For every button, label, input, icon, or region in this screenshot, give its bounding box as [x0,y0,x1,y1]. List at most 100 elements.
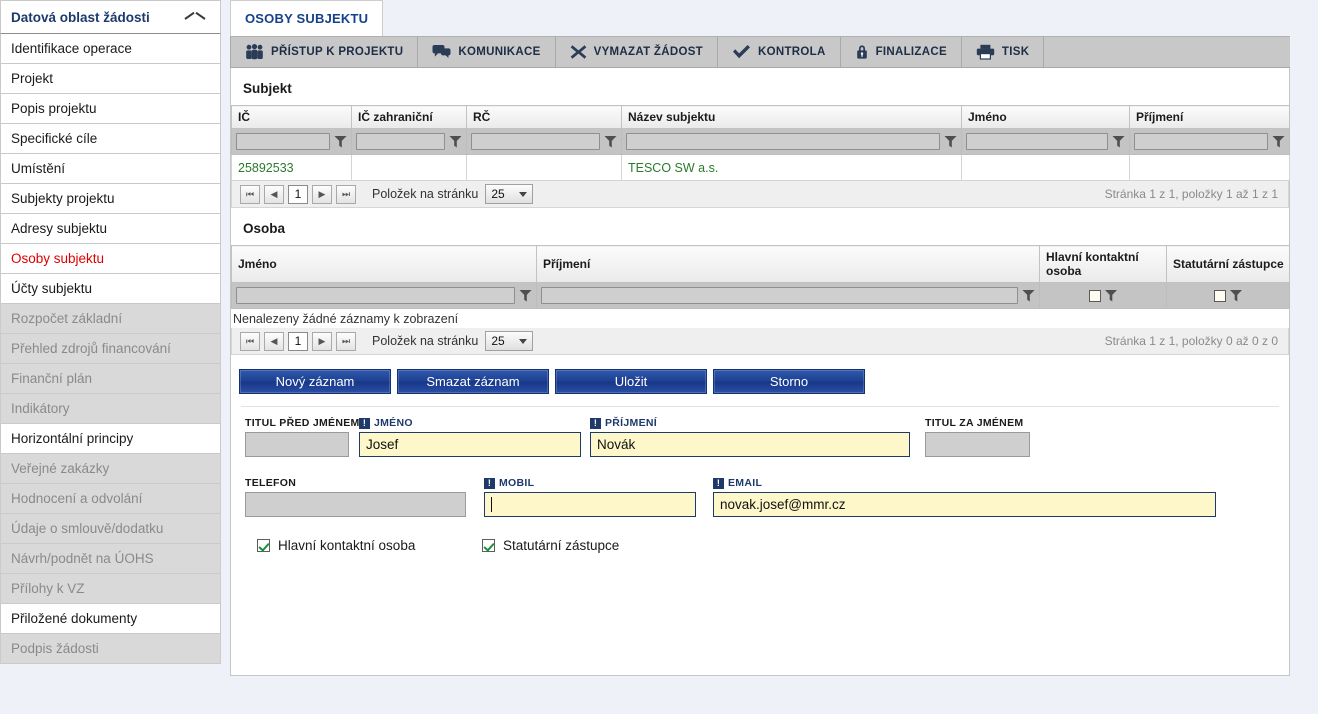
sidebar-navigation: Datová oblast žádosti Identifikace opera… [0,0,221,714]
pager-last-button[interactable]: ⏭ [336,184,356,204]
email-input[interactable]: novak.josef@mmr.cz [713,492,1216,517]
sidebar-item-specificke-cile[interactable]: Specifické cíle [0,124,221,154]
pager-next-button[interactable]: ▶ [312,184,332,204]
funnel-icon[interactable] [944,135,957,148]
pager-next-button[interactable]: ▶ [312,331,332,351]
toolbar-button-komunikace[interactable]: KOMUNIKACE [418,37,556,67]
sidebar-item-horizontalni-principy[interactable]: Horizontální principy [0,424,221,454]
filter-input-osoba-jmeno[interactable] [236,287,515,304]
funnel-icon[interactable] [1272,135,1285,148]
pager-per-page-select[interactable]: 25 [485,331,534,351]
titul-za-jmenem-input[interactable] [925,432,1030,457]
sidebar-item-verejne-zakazky: Veřejné zakázky [0,454,221,484]
funnel-icon[interactable] [604,135,617,148]
field-label: ! MOBIL [484,477,696,489]
toolbar-button-pristup-k-projektu[interactable]: PŘÍSTUP K PROJEKTU [230,37,419,67]
info-icon[interactable]: ! [359,417,370,429]
sidebar-item-subjekty-projektu[interactable]: Subjekty projektu [0,184,221,214]
sidebar-item-popis-projektu[interactable]: Popis projektu [0,94,221,124]
filter-input-rc[interactable] [471,133,600,150]
sidebar-item-indikatory: Indikátory [0,394,221,424]
new-record-button[interactable]: Nový záznam [239,369,391,394]
sidebar-item-identifikace-operace[interactable]: Identifikace operace [0,34,221,64]
tab-osoby-subjektu[interactable]: OSOBY SUBJEKTU [230,0,384,36]
field-mobil: ! MOBIL [484,477,696,517]
funnel-icon[interactable] [449,135,462,148]
titul-pred-jmenem-input[interactable] [245,432,349,457]
pager-page-input[interactable]: 1 [288,331,308,351]
pager-per-page-select[interactable]: 25 [485,184,534,204]
funnel-icon[interactable] [1229,289,1243,302]
pager-last-button[interactable]: ⏭ [336,331,356,351]
column-header-nazev-subjektu[interactable]: Název subjektu [621,105,962,129]
pager-prev-button[interactable]: ◀ [264,184,284,204]
toolbar-button-kontrola[interactable]: KONTROLA [718,37,841,67]
sidebar-item-prilozene-dokumenty[interactable]: Přiložené dokumenty [0,604,221,634]
pager-page-input[interactable]: 1 [288,184,308,204]
filter-input-prijmeni[interactable] [1134,133,1268,150]
cell-jmeno[interactable] [961,154,1130,181]
cancel-button[interactable]: Storno [713,369,865,394]
jmeno-input[interactable]: Josef [359,432,581,457]
filter-input-ic[interactable] [236,133,330,150]
pager-first-button[interactable]: ⏮ [240,184,260,204]
toolbar-button-label: PŘÍSTUP K PROJEKTU [271,46,404,58]
sidebar-item-adresy-subjektu[interactable]: Adresy subjektu [0,214,221,244]
checkbox-statutarni-zastupce[interactable]: Statutární zástupce [482,538,619,553]
funnel-icon[interactable] [334,135,347,148]
column-header-jmeno[interactable]: Jméno [961,105,1130,129]
field-email: ! EMAIL novak.josef@mmr.cz [713,477,1216,517]
column-header-hlavni-kontaktni-osoba[interactable]: Hlavní kontaktní osoba [1039,245,1167,283]
filter-checkbox-hlavni-kontaktni-osoba[interactable] [1088,289,1101,302]
column-header-statutarni-zastupce[interactable]: Statutární zástupce [1166,245,1290,283]
info-icon[interactable]: ! [484,477,495,489]
field-label-text: TITUL PŘED JMÉNEM [245,417,360,429]
sidebar-item-projekt[interactable]: Projekt [0,64,221,94]
filter-input-osoba-prijmeni[interactable] [541,287,1018,304]
sidebar-item-ucty-subjektu[interactable]: Účty subjektu [0,274,221,304]
checkbox-checked-icon[interactable] [482,539,495,552]
filter-row [231,128,1290,155]
filter-checkbox-statutarni-zastupce[interactable] [1213,289,1226,302]
form-row-checkboxes: Hlavní kontaktní osoba Statutární zástup… [243,534,1277,553]
checkbox-checked-icon[interactable] [257,539,270,552]
sidebar-header-label: Datová oblast žádosti [11,9,150,25]
telefon-input[interactable] [245,492,466,517]
mobil-input[interactable] [484,492,696,517]
prijmeni-input[interactable]: Novák [590,432,910,457]
delete-record-button[interactable]: Smazat záznam [397,369,549,394]
column-header-rc[interactable]: RČ [466,105,622,129]
filter-input-jmeno[interactable] [966,133,1108,150]
toolbar-button-vymazat-zadost[interactable]: VYMAZAT ŽÁDOST [556,37,718,67]
info-icon[interactable]: ! [590,417,601,429]
cell-ic[interactable]: 25892533 [231,154,352,181]
pager-first-button[interactable]: ⏮ [240,331,260,351]
toolbar-button-finalizace[interactable]: FINALIZACE [841,37,962,67]
column-header-osoba-prijmeni[interactable]: Příjmení [536,245,1040,283]
field-label-text: MOBIL [499,477,535,489]
column-header-ic-zahranicni[interactable]: IČ zahraniční [351,105,467,129]
filter-input-ic-zahranicni[interactable] [356,133,445,150]
sidebar-header[interactable]: Datová oblast žádosti [0,0,221,34]
column-header-prijmeni[interactable]: Příjmení [1129,105,1290,129]
column-header-ic[interactable]: IČ [231,105,352,129]
chevron-up-icon[interactable] [184,10,204,24]
pager-prev-button[interactable]: ◀ [264,331,284,351]
filter-input-nazev-subjektu[interactable] [626,133,940,150]
funnel-icon[interactable] [519,289,532,302]
funnel-icon[interactable] [1112,135,1125,148]
funnel-icon[interactable] [1104,289,1118,302]
cell-rc[interactable] [466,154,622,181]
checkbox-hlavni-kontaktni-osoba[interactable]: Hlavní kontaktní osoba [257,538,482,553]
info-icon[interactable]: ! [713,477,724,489]
column-header-osoba-jmeno[interactable]: Jméno [231,245,537,283]
cell-prijmeni[interactable] [1129,154,1290,181]
cell-nazev-subjektu[interactable]: TESCO SW a.s. [621,154,962,181]
table-row[interactable]: 25892533 TESCO SW a.s. [231,154,1290,181]
save-button[interactable]: Uložit [555,369,707,394]
funnel-icon[interactable] [1022,289,1035,302]
sidebar-item-osoby-subjektu[interactable]: Osoby subjektu [0,244,221,274]
cell-ic-zahranicni[interactable] [351,154,467,181]
sidebar-item-umisteni[interactable]: Umístění [0,154,221,184]
toolbar-button-tisk[interactable]: TISK [962,37,1045,67]
